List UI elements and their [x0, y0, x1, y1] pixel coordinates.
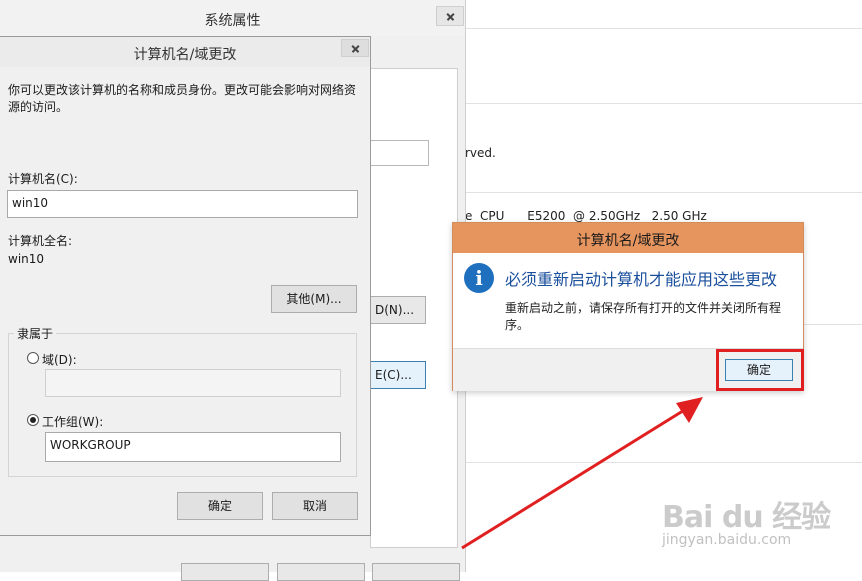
highlight-box	[716, 349, 804, 391]
cancel-button[interactable]: 取消	[272, 492, 358, 520]
dialog-title: 计算机名/域更改	[133, 47, 237, 63]
copyright-text: rved.	[465, 146, 496, 160]
separator	[465, 192, 862, 193]
watermark-logo: Bai du 经验	[662, 500, 831, 535]
system-properties-titlebar: 系统属性	[0, 0, 465, 36]
alert-titlebar: 计算机名/域更改	[453, 223, 803, 253]
separator	[465, 103, 862, 104]
workgroup-label: 工作组(W):	[42, 415, 104, 429]
close-icon[interactable]	[341, 39, 369, 57]
info-icon: i	[464, 263, 494, 293]
computer-name-label: 计算机名(C):	[8, 172, 78, 186]
ok-button[interactable]	[181, 563, 269, 581]
workgroup-input[interactable]: WORKGROUP	[45, 432, 341, 462]
dialog-titlebar: 计算机名/域更改	[0, 37, 370, 67]
apply-button[interactable]	[372, 563, 460, 581]
computer-name-dialog: 计算机名/域更改 你可以更改该计算机的名称和成员身份。更改可能会影响对网络资源的…	[0, 36, 371, 536]
full-name-value: win10	[8, 252, 45, 266]
change-id-button[interactable]: D(N)...	[370, 296, 426, 324]
processor-text: e CPU E5200 @ 2.50GHz 2.50 GHz	[465, 209, 707, 223]
computer-name-input[interactable]: win10	[7, 190, 358, 218]
watermark-url: jingyan.baidu.com	[662, 532, 792, 548]
domain-radio[interactable]	[27, 352, 39, 364]
close-icon[interactable]	[436, 6, 464, 26]
alert-title: 计算机名/域更改	[576, 233, 680, 249]
description-input[interactable]	[370, 140, 429, 166]
more-button[interactable]: 其他(M)...	[271, 285, 357, 313]
member-of-label: 隶属于	[14, 325, 57, 342]
full-name-label: 计算机全名:	[8, 234, 73, 248]
change-button[interactable]: E(C)...	[370, 361, 426, 389]
description-text: 你可以更改该计算机的名称和成员身份。更改可能会影响对网络资源的访问。	[8, 83, 357, 114]
workgroup-radio[interactable]	[27, 414, 39, 426]
domain-input[interactable]	[45, 369, 341, 397]
cancel-button[interactable]	[277, 563, 365, 581]
separator	[465, 462, 862, 463]
separator	[465, 28, 862, 29]
alert-body-text: 重新启动之前，请保存所有打开的文件并关闭所有程序。	[505, 301, 782, 332]
ok-button[interactable]: 确定	[177, 492, 263, 520]
domain-label: 域(D):	[42, 353, 77, 367]
alert-heading: 必须重新启动计算机才能应用这些更改	[505, 270, 778, 289]
window-title: 系统属性	[204, 13, 261, 29]
baidu-watermark: Bai du 经验 jingyan.baidu.com	[660, 490, 860, 560]
